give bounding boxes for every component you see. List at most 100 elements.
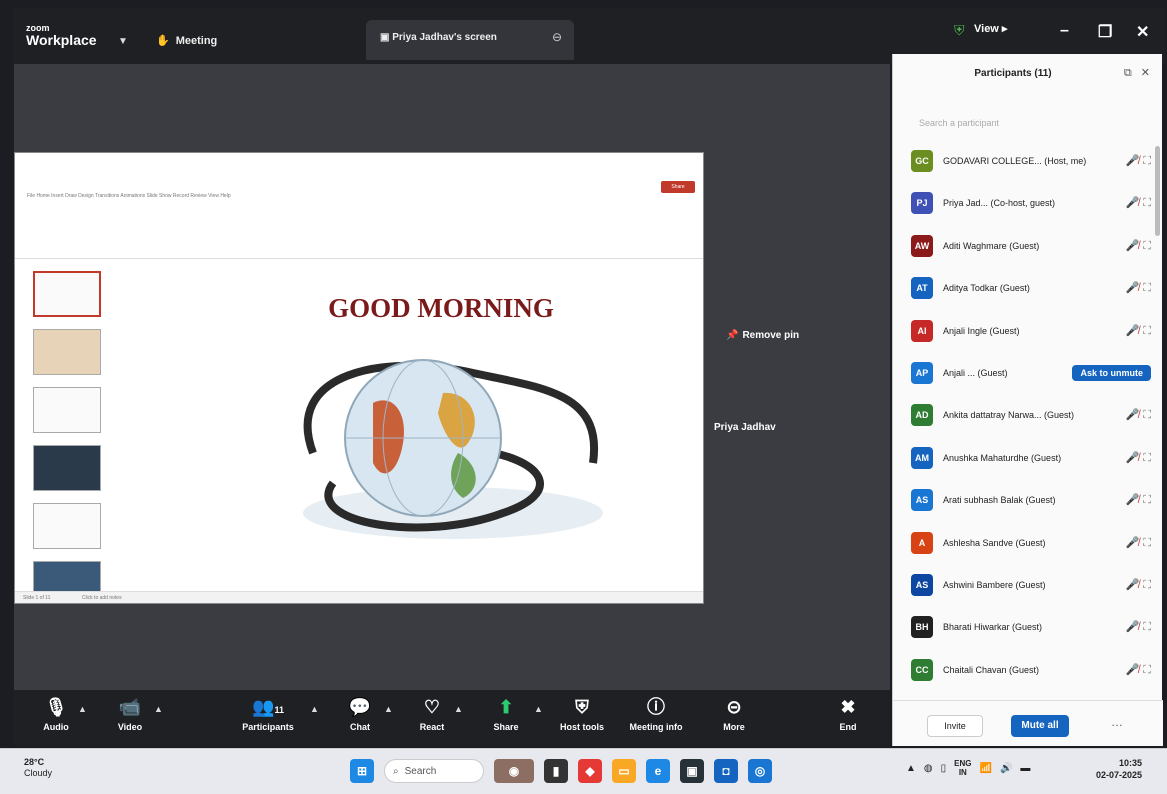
security-shield-icon[interactable]: ⛨ (954, 22, 965, 39)
meeting-info-label: Meeting info (629, 722, 683, 732)
participant-row[interactable]: CC Chaitali Chavan (Guest) 🎤̸ ⛶ (911, 655, 1151, 685)
video-options-chevron-icon[interactable]: ▲ (154, 704, 163, 714)
participant-row[interactable]: A Ashlesha Sandve (Guest) 🎤̸ ⛶ (911, 528, 1151, 558)
avatar: CC (911, 658, 933, 681)
temperature: 28°C (24, 757, 45, 767)
participant-row[interactable]: AP Anjali ... (Guest) Ask to unmute (911, 358, 1151, 388)
task-view-icon[interactable]: ▮ (544, 759, 568, 783)
minimize-button[interactable]: – (1060, 22, 1069, 40)
audio-label: Audio (43, 722, 69, 732)
region-code: IN (958, 768, 967, 777)
clock[interactable]: 10:35 02-07-2025 (1096, 757, 1142, 781)
participant-row[interactable]: AI Anjali Ingle (Guest) 🎤̸ ⛶ (911, 316, 1151, 346)
more-label: More (723, 722, 745, 732)
zoom-app-icon[interactable]: ◎ (748, 759, 772, 783)
video-off-icon: ⛶ (1143, 536, 1151, 549)
taskbar-apps: ⊞ ⌕ Search ◉ ▮ ◆ ▭ e ▣ ◘ ◎ (350, 759, 772, 783)
audio-options-chevron-icon[interactable]: ▲ (78, 704, 87, 714)
slide-thumbnail (33, 329, 101, 375)
wifi-icon[interactable]: 📶 (980, 763, 992, 774)
panel-close-icon[interactable]: ✕ (1141, 67, 1150, 79)
copilot-icon[interactable]: ◆ (578, 759, 602, 783)
language-indicator[interactable]: ENG IN (954, 759, 971, 777)
view-label: View (974, 23, 999, 35)
taskbar-search-label: Search (404, 765, 437, 777)
participant-row[interactable]: AW Aditi Waghmare (Guest) 🎤̸ ⛶ (911, 231, 1151, 261)
zoom-window: zoom Workplace ▼ ✋ Meeting ▣ Priya Jadha… (0, 0, 1167, 794)
file-explorer-icon[interactable]: ▭ (612, 759, 636, 783)
more-options-icon[interactable]: … (1111, 715, 1123, 729)
start-windows-icon[interactable]: ⊞ (350, 759, 374, 783)
remove-pin-button[interactable]: 📌 Remove pin (726, 330, 799, 341)
ask-to-unmute-button[interactable]: Ask to unmute (1072, 365, 1151, 381)
app-menu-chevron-icon[interactable]: ▼ (118, 36, 128, 47)
app-name-line2: Workplace (26, 32, 97, 48)
weather-widget[interactable]: 28°C Cloudy (24, 757, 52, 779)
participants-count: 11 (274, 705, 284, 715)
avatar: AD (911, 404, 933, 427)
pop-out-icon[interactable]: ⧉ (1124, 67, 1132, 79)
remove-pin-label: Remove pin (742, 330, 800, 341)
participant-row[interactable]: AS Ashwini Bambere (Guest) 🎤̸ ⛶ (911, 570, 1151, 600)
participant-name: Priya Jad... (Co-host, guest) (943, 198, 1056, 209)
react-options-chevron-icon[interactable]: ▲ (454, 704, 463, 714)
muted-mic-icon: 🎤̸ (1125, 282, 1140, 295)
maximize-button[interactable]: ❐ (1098, 22, 1112, 42)
meeting-tab[interactable]: ✋ Meeting (156, 34, 217, 48)
tray-app-icon[interactable]: ◍ (924, 763, 933, 774)
video-off-icon: ⛶ (1143, 155, 1151, 167)
widgets-icon[interactable]: ◉ (494, 759, 534, 783)
participant-row[interactable]: AS Arati subhash Balak (Guest) 🎤̸ ⛶ (911, 485, 1151, 515)
view-button[interactable]: View ▸ (974, 22, 1007, 35)
participant-status-icons: 🎤̸ ⛶ (1126, 154, 1151, 168)
tab-options-icon[interactable]: ⊖ (552, 30, 562, 44)
participant-search-input[interactable]: Search a participant (919, 118, 999, 128)
muted-mic-icon: 🎤̸ (1125, 409, 1140, 422)
participant-row[interactable]: AD Ankita dattatray Narwa... (Guest) 🎤̸ ⛶ (911, 400, 1151, 430)
tray-storage-icon[interactable]: ▯ (941, 763, 947, 774)
tray-overflow-icon[interactable]: ▲ (906, 763, 916, 774)
video-off-icon: ⛶ (1143, 324, 1151, 337)
chat-label: Chat (350, 722, 370, 732)
close-button[interactable]: ✕ (1136, 22, 1149, 42)
taskbar-search[interactable]: ⌕ Search (384, 759, 484, 783)
participant-row[interactable]: AM Anushka Mahaturdhe (Guest) 🎤̸ ⛶ (911, 443, 1151, 473)
avatar: AP (911, 362, 933, 384)
avatar: AI (911, 319, 933, 342)
edge-icon[interactable]: e (646, 759, 670, 783)
participants-icon: 👥11 (252, 697, 284, 717)
participant-row[interactable]: PJ Priya Jad... (Co-host, guest) 🎤̸ ⛶ (911, 188, 1151, 218)
participant-status-icons: 🎤̸ ⛶ (1126, 408, 1151, 422)
participants-button[interactable]: 👥11 Participants (228, 694, 308, 732)
clock-time: 10:35 (1119, 758, 1143, 768)
host-tools-button[interactable]: ⛨ Host tools (542, 694, 622, 732)
mute-all-button[interactable]: Mute all (1011, 715, 1069, 737)
muted-mic-icon: 🎤̸ (1125, 451, 1140, 464)
muted-mic-icon: 🎤̸ (1125, 324, 1140, 337)
pin-icon: 📌 (726, 330, 739, 341)
meeting-toolbar: 🎙 Audio ▲ 📹 Video ▲ 👥11 Participants ▲ 💬… (14, 690, 890, 746)
video-off-icon: ⛶ (1143, 621, 1151, 634)
participant-name: GODAVARI COLLEGE... (Host, me) (943, 156, 1087, 166)
participant-row[interactable]: AT Aditya Todkar (Guest) 🎤̸ ⛶ (911, 273, 1151, 303)
more-button[interactable]: ⊝ More (694, 694, 774, 732)
participant-row[interactable]: BH Bharati Hiwarkar (Guest) 🎤̸ ⛶ (911, 612, 1151, 642)
panel-scrollbar[interactable] (1155, 146, 1160, 236)
participant-status-icons: 🎤̸ ⛶ (1126, 324, 1151, 338)
video-off-icon: ⛶ (1143, 663, 1151, 676)
participant-status-icons: 🎤̸ ⛶ (1126, 281, 1151, 295)
avatar: PJ (911, 192, 933, 215)
end-button[interactable]: ✖ End (808, 694, 888, 732)
avatar: AS (911, 574, 933, 596)
outlook-icon[interactable]: ◘ (714, 759, 738, 783)
volume-icon[interactable]: 🔊 (1000, 763, 1012, 774)
invite-button[interactable]: Invite (927, 715, 983, 737)
share-screen-tab[interactable]: ▣ Priya Jadhav's screen (366, 20, 574, 60)
meeting-info-button[interactable]: ⓘ Meeting info (616, 694, 696, 732)
participants-options-chevron-icon[interactable]: ▲ (310, 704, 319, 714)
battery-icon[interactable]: ▬ (1020, 763, 1030, 774)
participants-panel: Participants (11) ⧉ ✕ Search a participa… (892, 54, 1163, 746)
participant-row[interactable]: GC GODAVARI COLLEGE... (Host, me) 🎤̸ ⛶ (911, 146, 1151, 176)
react-label: React (419, 722, 445, 732)
store-icon[interactable]: ▣ (680, 759, 704, 783)
